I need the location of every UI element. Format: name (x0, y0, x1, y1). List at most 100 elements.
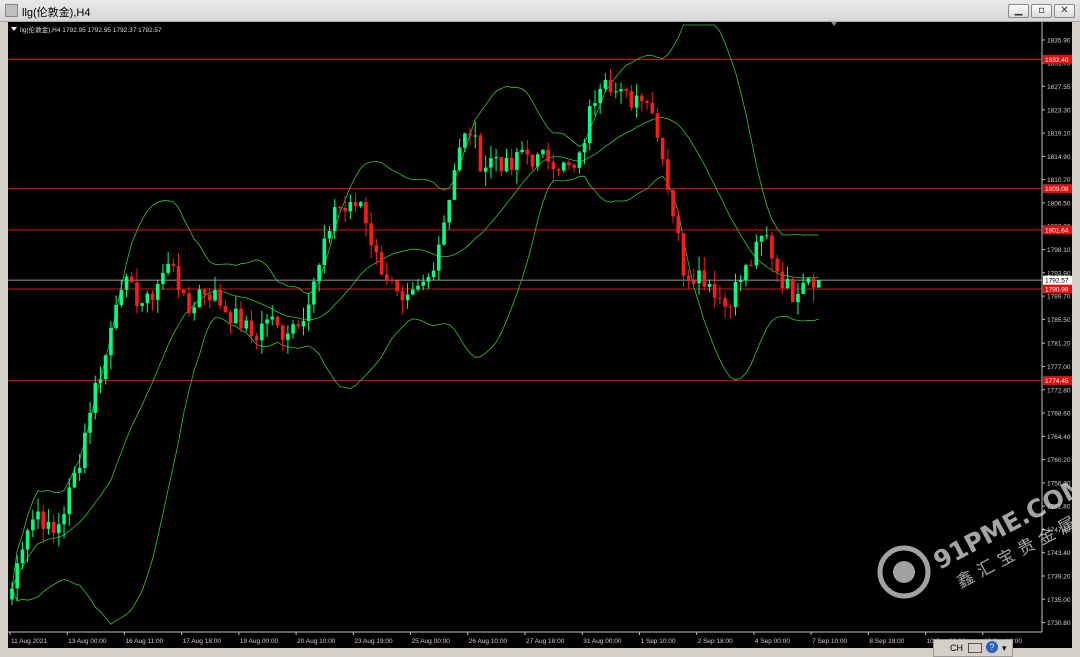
candle-body (676, 216, 681, 234)
price-tick-label: 1739.20 (1047, 574, 1071, 581)
time-tick-label: 17 Aug 18:00 (183, 638, 222, 645)
help-icon[interactable]: ? (986, 641, 998, 653)
candle-body (192, 307, 196, 314)
candle-body (463, 133, 467, 148)
candle-body (260, 323, 264, 341)
price-tick-label: 1781.20 (1047, 341, 1071, 348)
candle-body (421, 281, 426, 286)
candle-body (31, 519, 35, 531)
candle-body (280, 325, 285, 340)
price-tick-label: 1756.00 (1047, 480, 1071, 487)
candle-body (561, 162, 566, 171)
current-price-label: 1792.57 (1045, 278, 1069, 285)
app-icon (5, 4, 18, 17)
candle-body (93, 382, 98, 413)
price-tick-label: 1835.90 (1047, 37, 1071, 44)
candle-body (265, 319, 269, 324)
candle-body (473, 135, 478, 137)
candle-body (57, 524, 61, 534)
chart-area[interactable]: 1835.90 1831.70 1827.55 1823.30 1819.10 1814.… (8, 22, 1072, 648)
candle-body (374, 245, 379, 253)
candle-body (62, 514, 66, 525)
shift-marker-icon[interactable] (831, 22, 837, 26)
candle-body (489, 158, 493, 168)
candle-body (239, 308, 243, 329)
time-tick-label: 4 Sep 00:00 (755, 638, 790, 645)
time-tick-label: 2 Sep 18:00 (698, 638, 733, 645)
candle-body (317, 265, 321, 282)
minimize-button[interactable]: ▁ (1008, 4, 1029, 18)
candle-body (806, 278, 811, 283)
price-tick-label: 1768.60 (1047, 411, 1071, 418)
candle-body (384, 274, 389, 281)
keyboard-icon[interactable] (968, 643, 982, 653)
candle-body (718, 297, 722, 299)
candle-body (15, 563, 20, 589)
price-tick-label: 1735.00 (1047, 597, 1071, 604)
tray-options-icon[interactable]: ▾ (1002, 643, 1007, 654)
window-titlebar[interactable]: llg(伦敦金),H4 ▁ ▫ ✕ (0, 0, 1080, 22)
candle-body (410, 289, 415, 295)
candle-body (124, 276, 129, 290)
candle-body (135, 282, 139, 307)
time-tick-label: 8 Sep 18:00 (869, 638, 904, 645)
candle-body (593, 103, 597, 107)
language-tray[interactable]: CH ? ▾ (933, 639, 1013, 657)
candle-body (478, 135, 483, 172)
candle-body (369, 223, 373, 246)
candle-body (442, 222, 446, 245)
candle-body (587, 106, 592, 144)
candle-body (103, 355, 108, 380)
candle-body (83, 432, 87, 468)
candle-body (437, 244, 441, 271)
candle-body (509, 157, 514, 170)
price-tick-label: 1798.10 (1047, 247, 1071, 254)
chart-header: llg(伦敦金),H4 1792.95 1792.95 1792.37 1792… (20, 25, 162, 34)
candle-body (712, 284, 717, 298)
candle-body (390, 280, 394, 282)
candle-body (161, 272, 165, 285)
candle-body (811, 278, 816, 288)
candle-body (796, 293, 800, 303)
candle-body (416, 285, 420, 290)
candle-body (306, 304, 311, 321)
chart-dropdown-icon[interactable] (11, 27, 17, 31)
price-tick-label: 1747.60 (1047, 527, 1071, 534)
candle-body (744, 265, 748, 281)
bollinger-middle-band (11, 117, 819, 589)
bollinger-lower-band (11, 175, 819, 625)
candle-body (780, 271, 785, 289)
candle-body (218, 289, 223, 306)
candle-body (202, 289, 207, 295)
price-chart[interactable]: 1835.901831.701827.551823.301819.101814.… (8, 22, 1072, 648)
candle-body (338, 207, 342, 209)
time-tick-label: 1 Sep 10:00 (640, 638, 675, 645)
candle-body (775, 258, 779, 272)
candle-body (686, 275, 691, 280)
candle-body (754, 241, 759, 266)
candle-body (613, 91, 618, 93)
price-tick-label: 1810.70 (1047, 177, 1071, 184)
time-tick-label: 20 Aug 10:00 (297, 638, 336, 645)
time-tick-label: 19 Aug 00:00 (240, 638, 279, 645)
price-tick-label: 1785.50 (1047, 317, 1071, 324)
candle-body (67, 487, 72, 515)
candle-body (660, 137, 665, 160)
candle-body (520, 149, 524, 153)
candle-body (790, 278, 795, 303)
candle-body (10, 588, 14, 600)
level-price-label: 1790.98 (1045, 286, 1069, 293)
candle-body (598, 88, 602, 104)
price-tick-label: 1823.30 (1047, 107, 1071, 114)
maximize-button[interactable]: ▫ (1031, 4, 1052, 18)
candle-body (322, 238, 327, 266)
close-button[interactable]: ✕ (1054, 4, 1075, 18)
candle-body (171, 263, 176, 267)
candle-body (72, 472, 77, 488)
candle-body (619, 89, 623, 92)
price-tick-label: 1743.40 (1047, 550, 1071, 557)
candle-body (494, 157, 498, 159)
candle-body (207, 294, 212, 301)
candle-body (535, 154, 540, 167)
candle-body (181, 289, 186, 294)
